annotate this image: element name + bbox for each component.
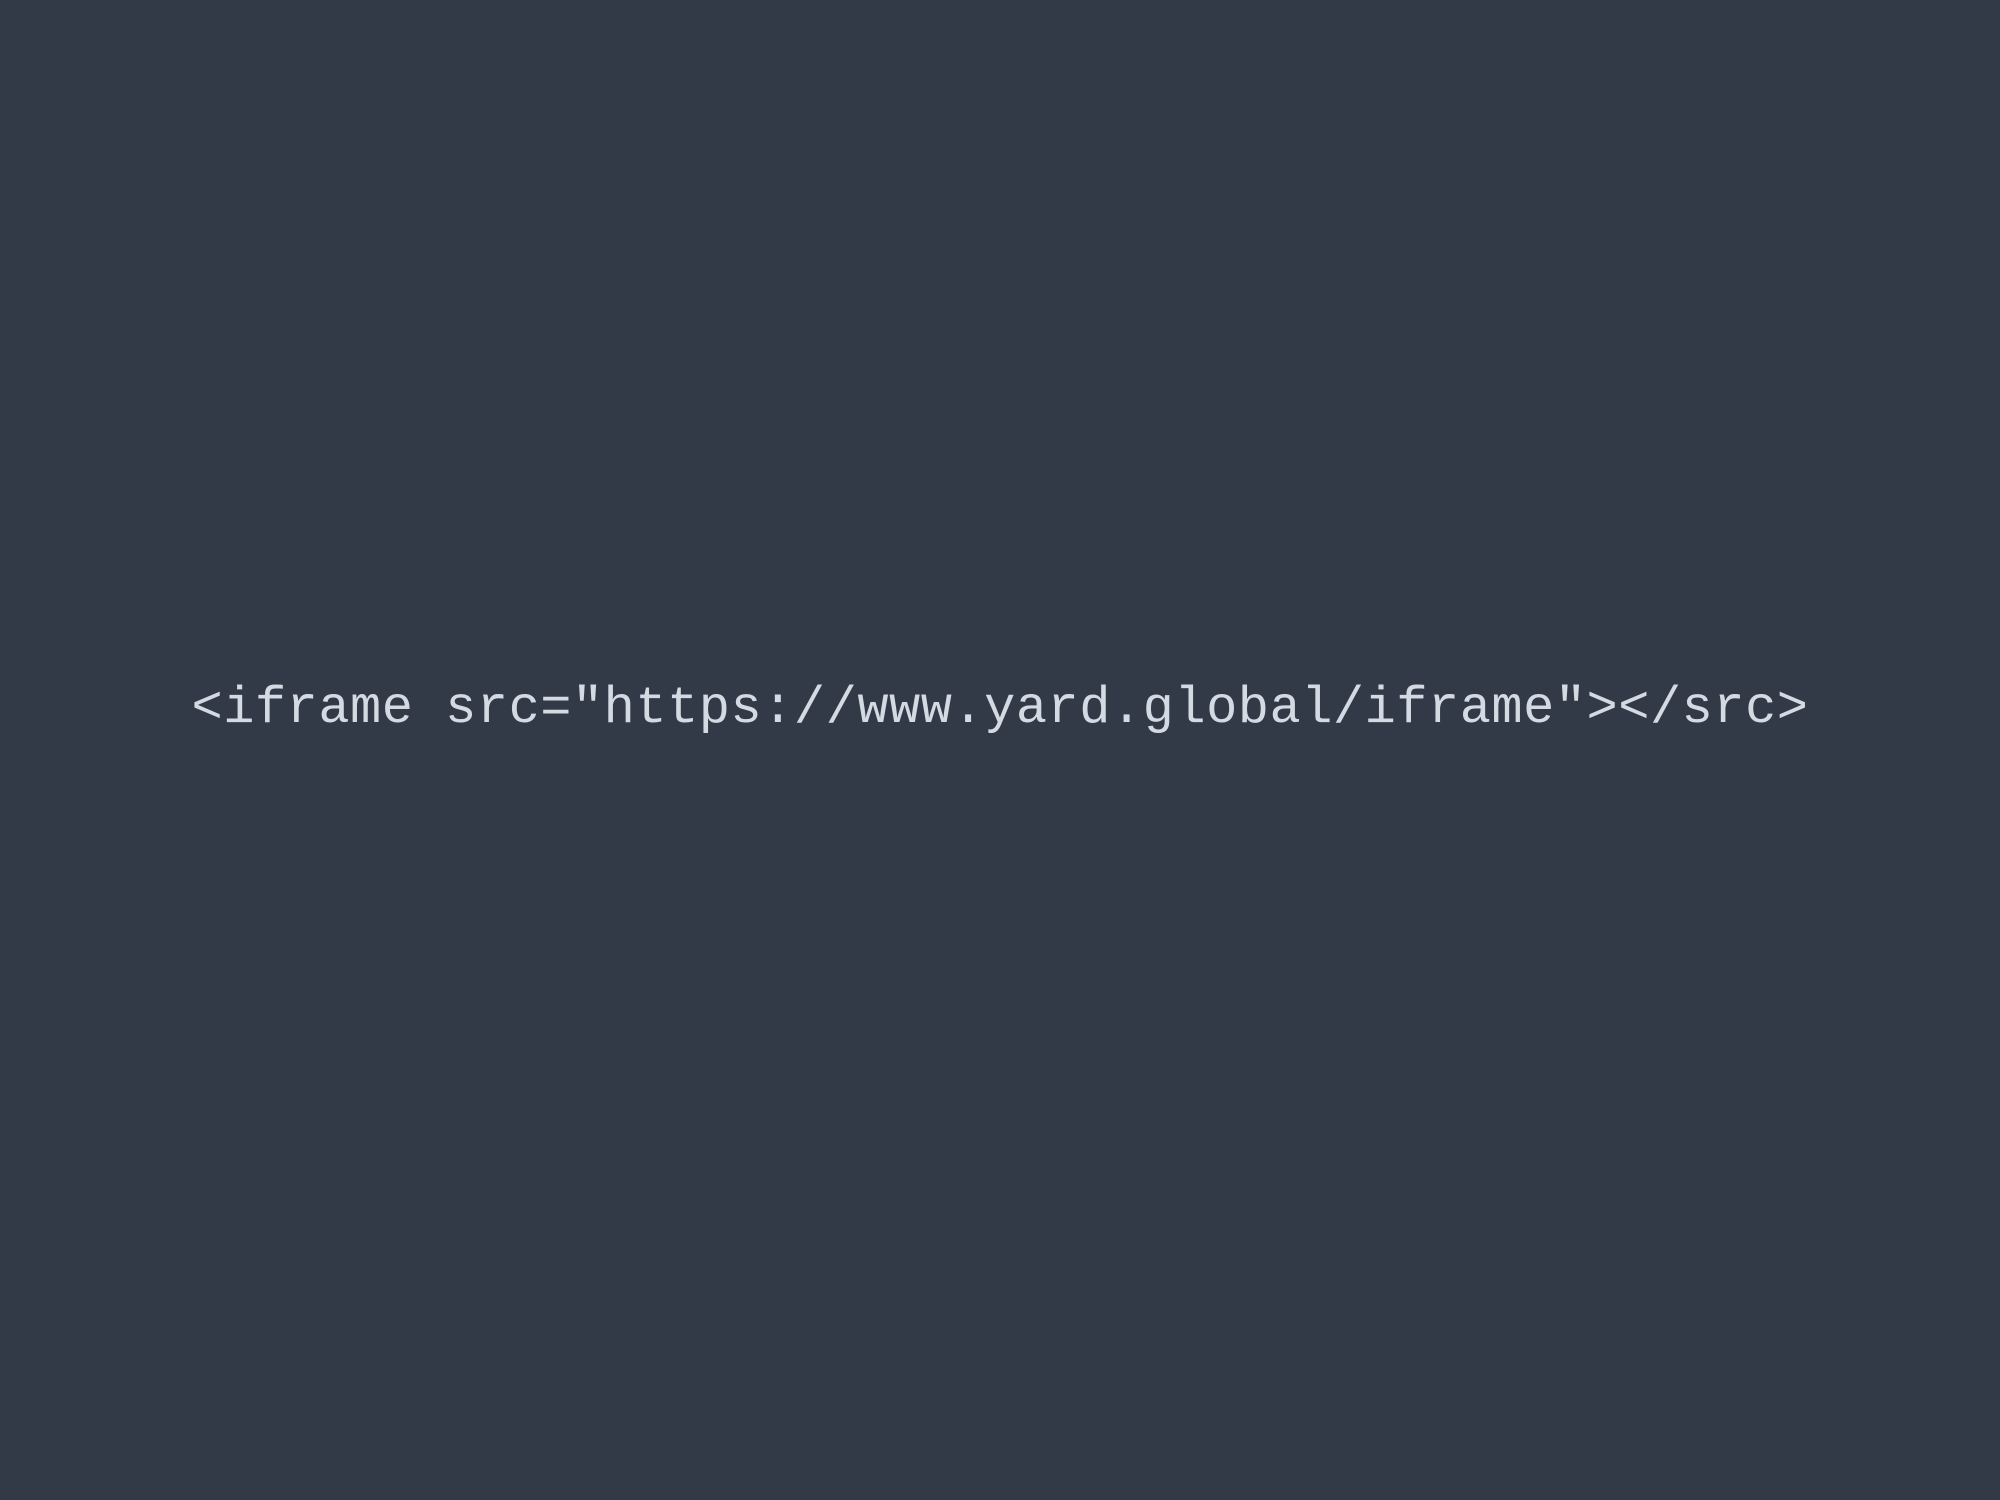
code-snippet: <iframe src="https://www.yard.global/ifr… — [192, 679, 1809, 738]
